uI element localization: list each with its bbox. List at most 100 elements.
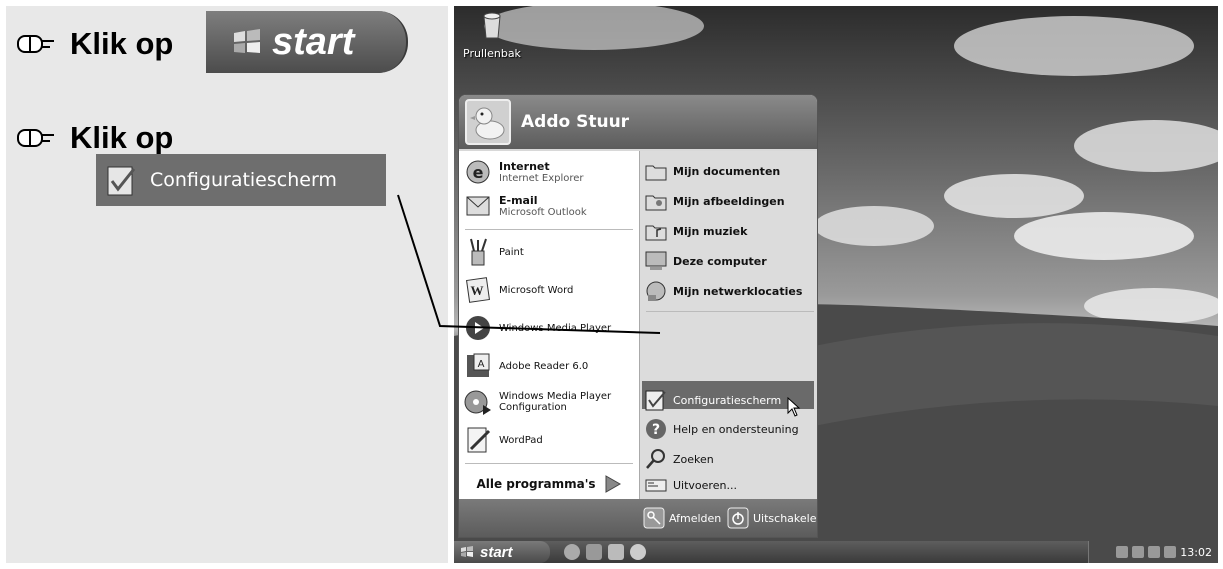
control-panel-illustration: Configuratiescherm [96,154,386,206]
outlook-icon [466,196,490,216]
pinned-title: Internet [499,160,550,173]
wordpad-icon [467,427,491,453]
recent-label: Paint [499,246,524,258]
run-icon [645,479,667,492]
start-menu: Addo Stuur e Internet Internet Explorer [458,94,818,538]
computer-icon [645,251,667,270]
user-name: Addo Stuur [521,112,630,132]
recent-label: WordPad [499,434,543,446]
recycle-bin-label: Prullenbak [463,47,521,60]
control-panel-illustration-label: Configuratiescherm [150,169,337,191]
recent-media-player-config[interactable]: Windows Media Player Configuration [463,387,611,417]
shutdown-label: Uitschakelen [753,511,818,525]
step-2: Klik op [16,122,173,153]
place-run[interactable]: Uitvoeren... [644,473,737,497]
place-label: Uitvoeren... [673,478,737,492]
place-label: Deze computer [673,254,767,268]
paint-icon [470,238,487,266]
network-tray-icon[interactable] [1116,546,1129,558]
pointing-hand-icon [17,34,54,53]
shutdown-button[interactable]: Uitschakelen [727,507,818,529]
place-label: Mijn muziek [673,224,748,238]
recent-label: Adobe Reader 6.0 [499,360,589,372]
svg-text:A: A [478,359,485,370]
place-network[interactable]: Mijn netwerklocaties [644,279,802,303]
windows-flag-icon [461,546,473,557]
internet-explorer-icon: e [466,160,490,184]
control-panel-icon [107,166,136,196]
recent-media-player[interactable]: Windows Media Player [463,313,611,343]
pointing-hand-icon [17,128,54,147]
logoff-button[interactable]: Afmelden [643,507,721,529]
pinned-title: E-mail [499,194,538,207]
place-music[interactable]: Mijn muziek [644,219,747,243]
logoff-label: Afmelden [669,511,722,525]
place-documents[interactable]: Mijn documenten [644,159,780,183]
instruction-panel: Klik op start Klik op Configuratiescherm [6,6,448,563]
svg-text:W: W [471,283,484,298]
word-icon: W [466,277,490,303]
pictures-folder-icon [645,195,667,211]
sound-tray-icon[interactable] [1132,546,1145,558]
desktop: Prullenbak Addo Stuur e Internet Interne… [454,6,1218,563]
documents-folder-icon [645,165,667,181]
recent-label: Windows Media Player [499,391,612,402]
recent-label-line2: Configuration [499,402,567,413]
pinned-internet[interactable]: e Internet Internet Explorer [463,157,584,187]
all-programs-button[interactable]: Alle programma's [459,469,639,499]
svg-text:?: ? [652,422,660,438]
avatar[interactable] [465,99,511,145]
divider [646,311,814,312]
step-1-text: Klik op [70,26,174,61]
divider [465,229,633,230]
quick-launch-ie-icon[interactable] [564,544,580,560]
power-icon [727,507,749,529]
recycle-bin-icon [483,12,501,39]
duck-avatar-icon [470,107,505,140]
all-programs-label: Alle programma's [476,477,596,491]
music-folder-icon [645,225,667,241]
quick-launch-outlook-icon[interactable] [586,544,602,560]
place-help[interactable]: ? Help en ondersteuning [644,417,799,441]
start-menu-programs: e Internet Internet Explorer E-mail Micr… [459,151,639,499]
network-icon [646,281,666,301]
place-label: Mijn netwerklocaties [673,284,803,298]
place-pictures[interactable]: Mijn afbeeldingen [644,189,785,213]
step-1: Klik op [16,28,173,59]
recent-adobe-reader[interactable]: A Adobe Reader 6.0 [463,351,588,381]
clock: 13:02 [1180,545,1212,559]
quick-launch [564,544,652,560]
quick-launch-media-icon[interactable] [630,544,646,560]
recent-paint[interactable]: Paint [463,237,524,267]
search-icon [646,449,665,469]
media-player-icon [466,316,490,340]
security-tray-icon[interactable] [1164,546,1177,558]
place-control-panel[interactable]: Configuratiescherm [644,383,801,417]
start-illustration-label: start [272,20,355,63]
start-menu-header: Addo Stuur [459,95,817,149]
place-label: Zoeken [673,452,714,466]
start-button[interactable]: start [454,541,550,563]
adobe-reader-icon: A [467,353,490,377]
safely-remove-tray-icon[interactable] [1148,546,1161,558]
control-panel-icon [645,390,666,411]
recent-word[interactable]: W Microsoft Word [463,275,573,305]
recent-label: Microsoft Word [499,284,574,296]
recent-wordpad[interactable]: WordPad [463,425,543,455]
pinned-email[interactable]: E-mail Microsoft Outlook [463,191,587,221]
media-player-config-icon [464,390,491,415]
quick-launch-desktop-icon[interactable] [608,544,624,560]
place-computer[interactable]: Deze computer [644,249,767,273]
key-icon [643,507,665,529]
start-menu-footer: Afmelden Uitschakelen [459,499,818,537]
recycle-bin[interactable]: Prullenbak [462,10,522,60]
mouse-cursor-icon [787,397,801,417]
step-2-text: Klik op [70,120,174,155]
place-label: Configuratiescherm [673,393,782,407]
start-menu-places: Mijn documenten Mijn afbeeldingen Mijn m… [639,151,817,499]
windows-flag-icon [234,29,260,53]
place-label: Help en ondersteuning [673,422,799,436]
place-search[interactable]: Zoeken [644,447,714,471]
play-arrow-icon [605,475,621,493]
help-icon: ? [646,419,666,439]
